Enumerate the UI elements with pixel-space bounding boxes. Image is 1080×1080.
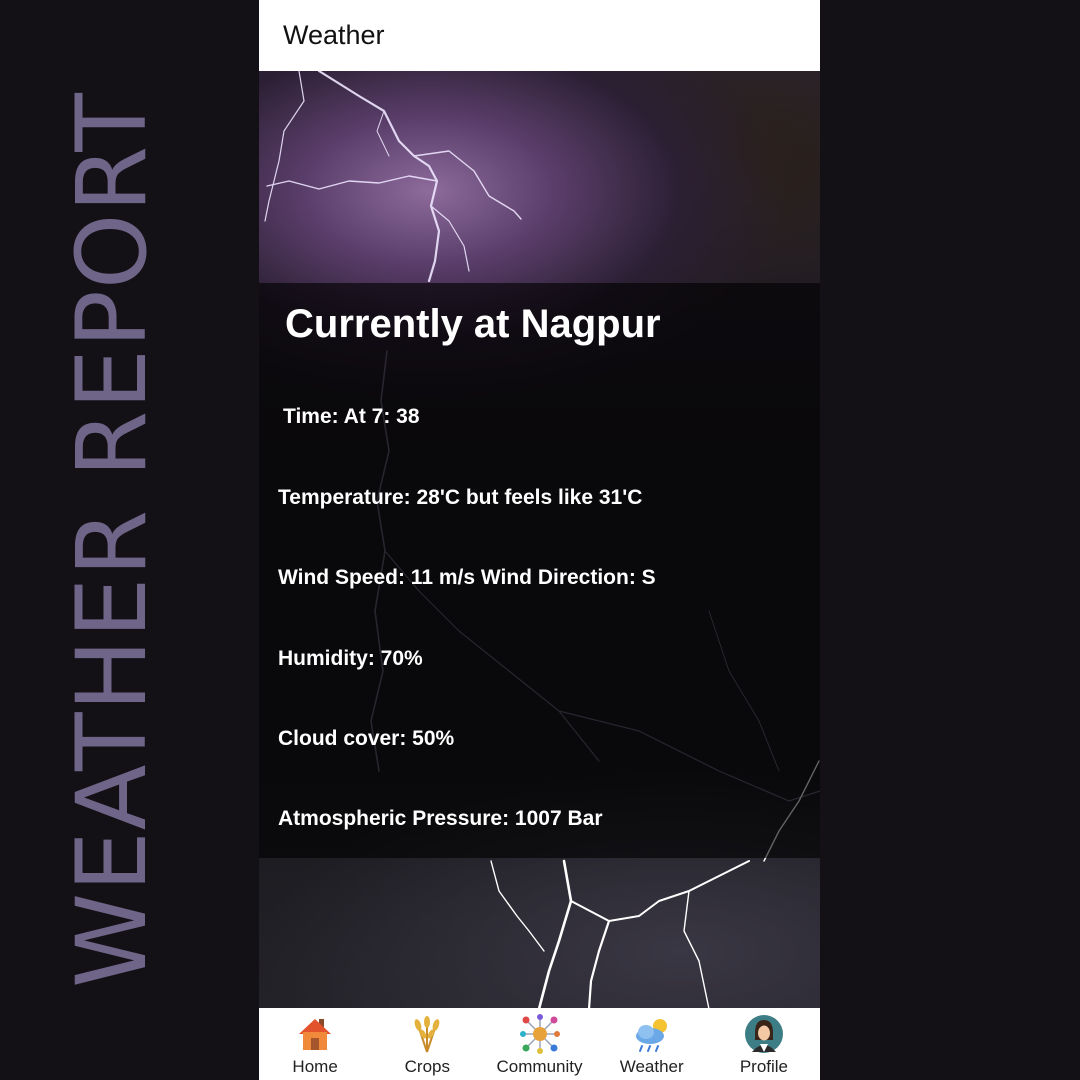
nav-label-community: Community: [496, 1057, 583, 1076]
nav-item-home[interactable]: Home: [259, 1008, 371, 1080]
nav-label-weather: Weather: [619, 1057, 684, 1076]
phone-screen: Weather Currently at Nagpur Time: At 7: …: [259, 0, 820, 1080]
network-icon: [519, 1014, 560, 1054]
humidity-text: Humidity: 70%: [278, 647, 423, 670]
time-text: Time: At 7: 38: [283, 405, 420, 428]
home-icon: [299, 1019, 332, 1050]
nav-label-profile: Profile: [739, 1057, 788, 1076]
temperature-text: Temperature: 28'C but feels like 31'C: [278, 486, 643, 509]
page-title: Weather: [283, 20, 385, 50]
wheat-icon: [414, 1016, 440, 1053]
nav-item-crops[interactable]: Crops: [371, 1008, 483, 1080]
bottom-navigation: Home Crops Community Weather Profile: [259, 1008, 820, 1080]
location-heading: Currently at Nagpur: [285, 302, 661, 346]
nav-label-crops: Crops: [404, 1057, 450, 1076]
pressure-text: Atmospheric Pressure: 1007 Bar: [278, 807, 603, 830]
cloud-sun-rain-icon: [635, 1019, 667, 1052]
nav-item-profile[interactable]: Profile: [708, 1008, 820, 1080]
side-title: WEATHER REPORT: [56, 92, 168, 988]
cloud-cover-text: Cloud cover: 50%: [278, 727, 455, 750]
wind-text: Wind Speed: 11 m/s Wind Direction: S: [278, 566, 656, 589]
app-bar: Weather: [259, 0, 820, 71]
nav-label-home: Home: [292, 1057, 338, 1076]
nav-item-weather[interactable]: Weather: [596, 1008, 708, 1080]
avatar-icon: [744, 1015, 783, 1053]
nav-item-community[interactable]: Community: [483, 1008, 595, 1080]
